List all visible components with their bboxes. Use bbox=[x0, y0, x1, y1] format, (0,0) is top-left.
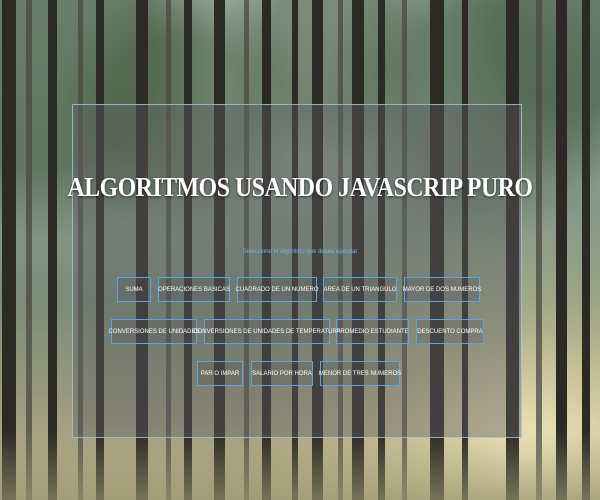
promedio-estudiante-button[interactable]: PROMEDIO ESTUDIANTE bbox=[336, 319, 409, 344]
operaciones-basicas-button[interactable]: OPERACIONES BASICAS bbox=[158, 277, 230, 302]
conversiones-unidades-button[interactable]: CONVERSIONES DE UNIDADES bbox=[108, 319, 200, 344]
salario-hora-button[interactable]: SALARIO POR HORA bbox=[251, 361, 313, 386]
descuento-compra-button[interactable]: DESCUENTO COMPRA bbox=[416, 319, 484, 344]
mayor-dos-numeros-button[interactable]: MAYOR DE DOS NUMEROS bbox=[403, 277, 481, 302]
conversiones-temperatura-button[interactable]: CONVERSIONES DE UNIDADES DE TEMPERATURA bbox=[193, 319, 341, 344]
page-subtitle: Seleccione el algoritmo que desee ejecut… bbox=[242, 249, 358, 255]
menor-tres-numeros-button[interactable]: MENOR DE TRES NUMEROS bbox=[319, 361, 401, 386]
par-impar-button[interactable]: PAR O IMPAR bbox=[197, 361, 243, 386]
page-title: ALGORITMOS USANDO JAVASCRIP PURO bbox=[67, 172, 533, 202]
suma-button[interactable]: SUMA bbox=[117, 277, 151, 302]
area-triangulo-button[interactable]: AREA DE UN TRIANGULO bbox=[323, 277, 397, 302]
cuadrado-numero-button[interactable]: CUADRADO DE UN NUMERO bbox=[236, 277, 319, 302]
background-ground bbox=[0, 430, 600, 500]
main-panel bbox=[72, 104, 522, 438]
